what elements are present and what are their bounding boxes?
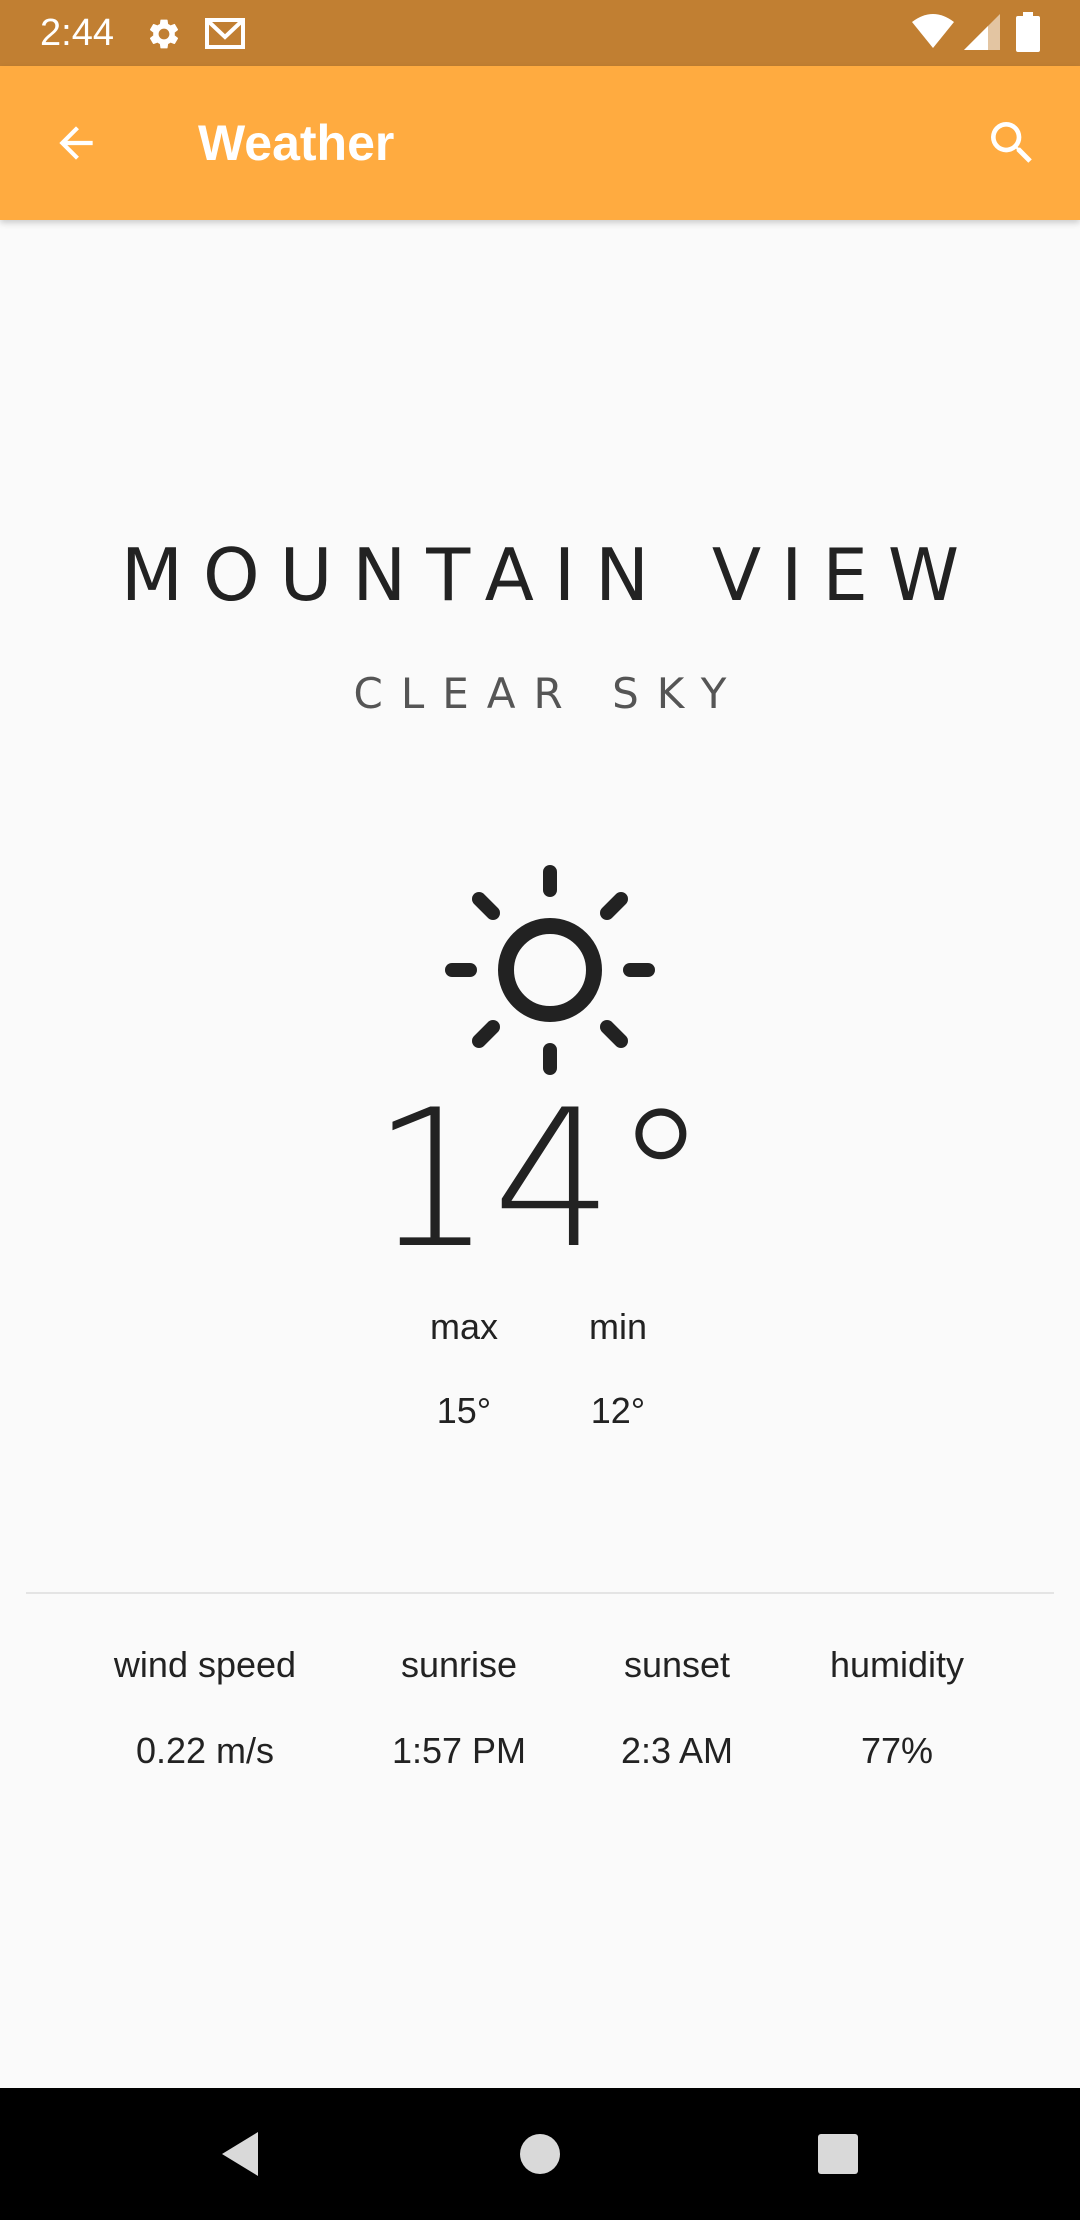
arrow-back-icon [59,126,93,160]
status-bar: 2:44 [0,0,1080,66]
search-icon [991,122,1032,163]
app-title: Weather [198,115,395,171]
detail-value-sunrise: 1:57 PM [391,1730,527,1771]
detail-label-sunset: sunset [623,1644,731,1685]
detail-label-humidity: humidity [829,1644,965,1685]
detail-value-humidity: 77% [860,1730,934,1771]
status-time: 2:44 [40,12,114,54]
signal-icon [964,14,1000,50]
weather-condition: CLEAR SKY [353,669,745,718]
navigation-bar [0,2088,1080,2220]
weather-screen: 2:44 Weather MOUNTAIN VIEW CLEAR SKY 14°… [0,0,1080,2220]
battery-icon [1016,12,1040,52]
max-temperature: 15° [436,1390,492,1431]
detail-label-wind-speed: wind speed [113,1644,297,1685]
nav-back-button[interactable] [200,2114,280,2194]
back-button[interactable] [36,103,116,183]
sun-icon [445,865,655,1075]
nav-home-button[interactable] [500,2114,580,2194]
detail-value-sunset: 2:3 AM [620,1730,734,1771]
home-circle-icon [520,2134,560,2174]
settings-icon [149,19,179,49]
back-triangle-icon [222,2132,258,2176]
recents-square-icon [818,2134,858,2174]
detail-value-wind-speed: 0.22 m/s [135,1730,275,1771]
nav-recents-button[interactable] [798,2114,878,2194]
divider [26,1592,1054,1594]
current-temperature: 14° [371,1069,709,1290]
city-name: MOUNTAIN VIEW [120,533,980,617]
search-button[interactable] [972,103,1052,183]
min-label: min [588,1306,647,1347]
detail-label-sunrise: sunrise [400,1644,518,1685]
app-bar: Weather [0,66,1080,220]
min-temperature: 12° [590,1390,646,1431]
max-label: max [429,1306,498,1347]
wifi-icon [912,14,954,48]
gmail-icon [205,18,245,49]
